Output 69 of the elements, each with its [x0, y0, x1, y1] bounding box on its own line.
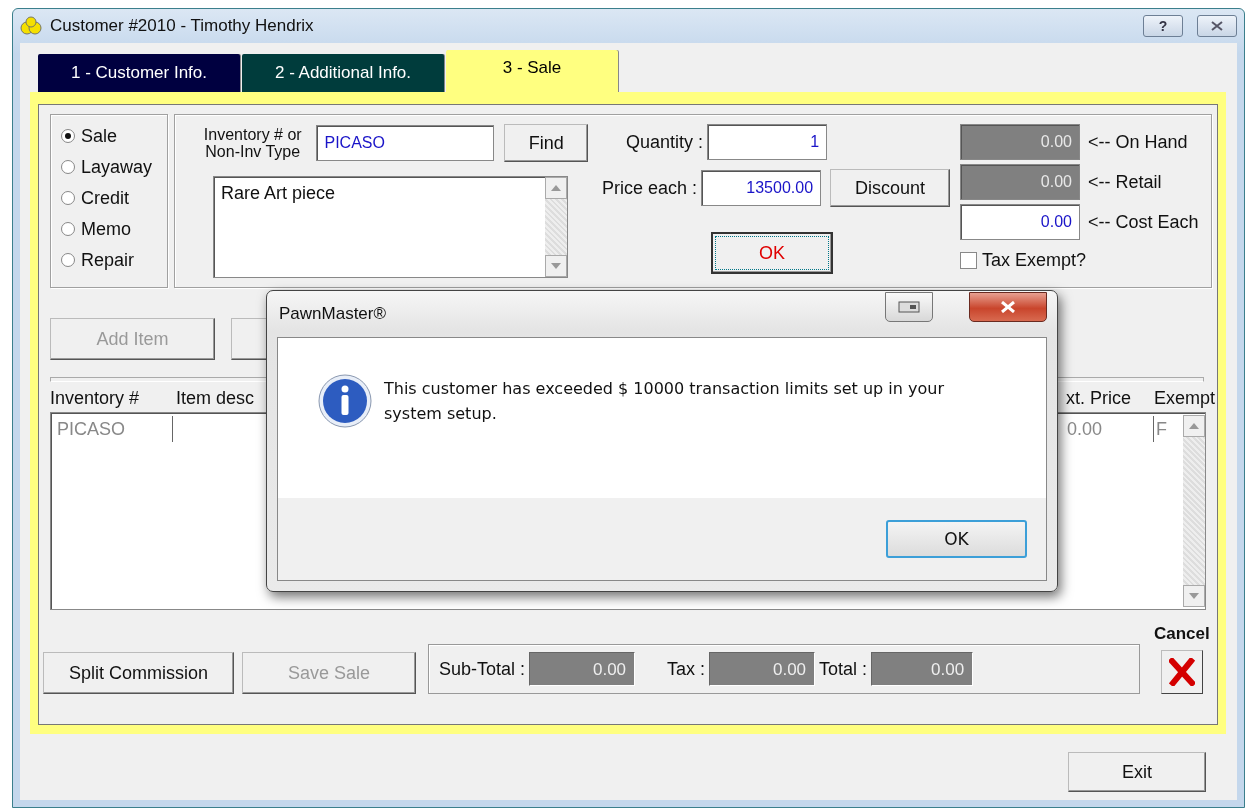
radio-option[interactable]: Credit — [61, 187, 167, 209]
column-header: xt. Price — [1066, 388, 1131, 409]
close-button[interactable] — [1197, 15, 1237, 37]
total-label: Sub-Total : — [439, 658, 526, 680]
inventory-field[interactable]: PICASO — [316, 125, 495, 161]
column-header: Item desc — [176, 388, 255, 409]
down-arrow-icon — [551, 263, 561, 269]
window-icon — [898, 301, 920, 313]
app-logo-icon — [20, 16, 42, 36]
radio-label: Layaway — [81, 156, 153, 178]
radio-label: Credit — [81, 187, 129, 209]
exit-button[interactable]: Exit — [1068, 752, 1206, 792]
quantity-label: Quantity : — [626, 131, 704, 153]
amount-label: <-- Retail — [1088, 171, 1162, 193]
action-button[interactable]: Split Commission — [43, 652, 234, 694]
info-icon — [318, 374, 372, 428]
dialog-message: This customer has exceeded $ 10000 transaction limits set up in your system setup. — [384, 378, 945, 425]
radio-option[interactable]: Repair — [61, 249, 167, 271]
amount-field[interactable]: 0.00 — [960, 204, 1080, 240]
amount-label: <-- On Hand — [1088, 131, 1188, 153]
total-value: 0.00 — [529, 652, 636, 686]
close-icon — [1000, 301, 1016, 313]
cross-icon — [1168, 658, 1195, 686]
tab[interactable]: 3 - Sale — [446, 50, 618, 92]
tab[interactable]: 1 - Customer Info. — [38, 54, 240, 92]
total-value: 0.00 — [709, 652, 816, 686]
dialog-window-button[interactable] — [885, 292, 933, 322]
column-header: Exempt — [1154, 388, 1216, 409]
dialog-title: PawnMaster® — [278, 304, 387, 324]
column-header: Inventory # — [50, 388, 140, 409]
scroll-up-button[interactable] — [1183, 415, 1205, 437]
tab[interactable]: 2 - Additional Info. — [242, 54, 444, 92]
total-label: Tax : — [667, 658, 706, 680]
price-label: Price each : — [602, 177, 698, 199]
help-button[interactable]: ? — [1143, 15, 1183, 37]
checkbox-label: Tax Exempt? — [982, 250, 1087, 271]
find-button[interactable]: Find — [504, 124, 588, 162]
radio-label: Repair — [81, 249, 135, 271]
total-label: Total : — [819, 658, 868, 680]
discount-button[interactable]: Discount — [830, 169, 951, 207]
scrollbar[interactable] — [1183, 415, 1205, 607]
close-icon — [1211, 21, 1223, 31]
table-cell: PICASO — [53, 416, 173, 442]
price-field[interactable]: 13500.00 — [701, 170, 822, 206]
checkbox[interactable] — [960, 252, 977, 269]
cancel-button[interactable] — [1160, 650, 1203, 694]
scrollbar[interactable] — [545, 177, 567, 277]
scroll-down-button[interactable] — [1183, 585, 1205, 607]
window-title: Customer #2010 - Timothy Hendrix — [50, 16, 315, 36]
description-field[interactable]: Rare Art piece — [213, 176, 568, 278]
radio-label: Memo — [81, 218, 131, 240]
table-cell-text: 0.00 — [1066, 418, 1104, 441]
down-arrow-icon — [1189, 593, 1199, 599]
total-value: 0.00 — [871, 652, 974, 686]
radio-option[interactable]: Memo — [61, 218, 167, 240]
radio-option[interactable]: Sale — [61, 125, 167, 147]
ok-button[interactable]: OK — [711, 232, 833, 274]
dialog-close-button[interactable] — [969, 292, 1047, 322]
radio-option[interactable]: Layaway — [61, 156, 167, 178]
cancel-label: Cancel — [1154, 624, 1210, 644]
up-arrow-icon — [1189, 423, 1199, 429]
inventory-label: Inventory # or Non-Inv Type — [202, 126, 303, 160]
up-arrow-icon — [551, 185, 561, 191]
scroll-down-button[interactable] — [545, 255, 567, 277]
scroll-up-button[interactable] — [545, 177, 567, 199]
dialog-ok-button[interactable]: OK — [886, 520, 1027, 558]
quantity-field[interactable]: 1 — [707, 124, 828, 160]
amount-label: <-- Cost Each — [1088, 211, 1199, 233]
radio-label: Sale — [81, 125, 118, 147]
